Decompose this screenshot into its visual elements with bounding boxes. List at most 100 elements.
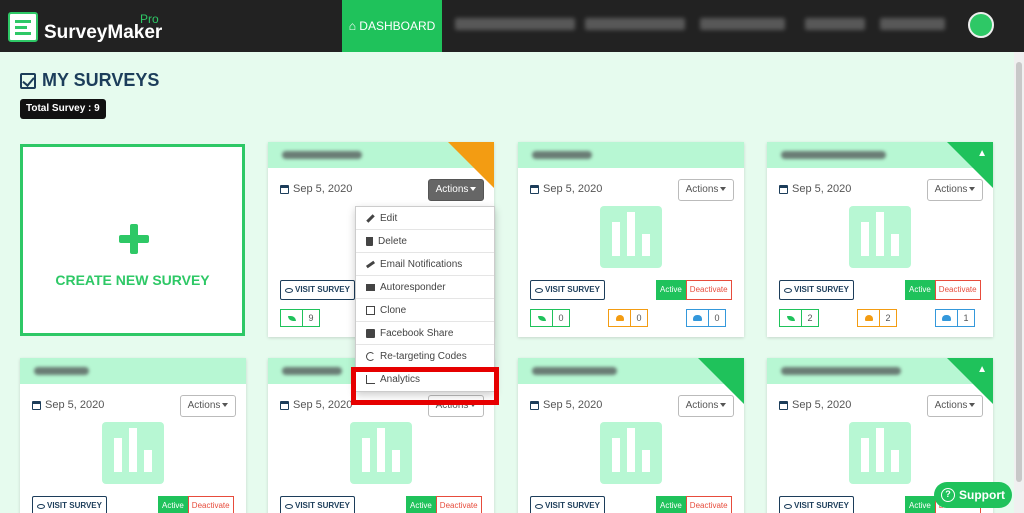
active-button[interactable]: Active [905,280,935,300]
visit-survey-button[interactable]: VISIT SURVEY [530,496,605,513]
bar-chart-icon[interactable] [350,422,412,484]
visit-survey-button[interactable]: VISIT SURVEY [779,496,854,513]
calendar-icon [779,400,788,410]
visit-survey-button[interactable]: VISIT SURVEY [779,280,854,300]
actions-dropdown-button[interactable]: Actions [927,395,983,417]
survey-title-blurred[interactable] [781,151,886,159]
menu-item-label: Facebook Share [380,327,454,339]
survey-card-header [518,142,744,168]
visit-survey-button[interactable]: VISIT SURVEY [530,280,605,300]
bar-chart-icon [366,375,375,384]
menu-item-analytics[interactable]: Analytics [356,368,494,391]
nav-link-blurred-1[interactable] [455,18,575,30]
survey-date: Sep 5, 2020 [530,183,602,195]
bar-chart-icon[interactable] [102,422,164,484]
bar-chart-icon[interactable] [849,206,911,268]
responses-count: 9 [302,309,320,327]
envelope-icon [366,283,375,291]
actions-dropdown-button[interactable]: Actions [678,179,734,201]
page-scrollbar[interactable] [1014,52,1024,513]
deactivate-button[interactable]: Deactivate [187,496,234,513]
survey-card-3: ▲ Sep 5, 2020 Actions VISIT SURVEY Activ… [767,142,993,337]
visit-survey-label: VISIT SURVEY [47,501,102,510]
survey-title-blurred[interactable] [34,367,89,375]
actions-dropdown-button[interactable]: Actions [428,395,484,417]
surveymaker-logo-icon[interactable] [8,12,38,42]
nav-link-blurred-4[interactable] [805,18,865,30]
thumbs-up-icon: ▲ [977,148,987,159]
visit-survey-label: VISIT SURVEY [794,501,849,510]
create-new-survey-label: CREATE NEW SURVEY [55,272,210,288]
survey-title-blurred[interactable] [532,151,592,159]
actions-dropdown-button[interactable]: Actions [180,395,236,417]
menu-item-delete[interactable]: Delete [356,230,494,253]
create-new-survey-card[interactable]: CREATE NEW SURVEY [20,144,245,336]
menu-item-clone[interactable]: Clone [356,299,494,322]
survey-date-text: Sep 5, 2020 [543,399,603,411]
actions-dropdown-button[interactable]: Actions [678,395,734,417]
scrollbar-thumb[interactable] [1016,62,1022,482]
menu-item-label: Analytics [380,374,421,385]
visit-survey-button[interactable]: VISIT SURVEY [280,496,355,513]
menu-item-retargeting-codes[interactable]: Re-targeting Codes [356,345,494,368]
status-toggle: ActiveDeactivate [905,280,981,300]
survey-title-blurred[interactable] [781,367,901,375]
responses-count: 2 [801,309,819,327]
menu-item-facebook-share[interactable]: Facebook Share [356,322,494,345]
responses-stat: 2 [779,309,819,327]
menu-item-email-notifications[interactable]: Email Notifications [356,253,494,276]
bar-chart-icon[interactable] [600,422,662,484]
leads-stat: 0 [608,309,648,327]
actions-label: Actions [934,400,968,411]
active-button[interactable]: Active [656,280,686,300]
actions-label: Actions [934,184,968,195]
survey-title-blurred[interactable] [282,151,362,159]
menu-item-edit[interactable]: Edit [356,207,494,230]
visit-survey-label: VISIT SURVEY [545,501,600,510]
support-button[interactable]: ? Support [934,482,1012,508]
actions-dropdown-button[interactable]: Actions [927,179,983,201]
user-icon [864,315,873,321]
survey-title-blurred[interactable] [282,367,342,375]
menu-item-label: Email Notifications [380,258,463,270]
nav-link-blurred-2[interactable] [585,18,685,30]
caret-down-icon [470,187,477,192]
nav-dashboard-link[interactable]: ⌂ DASHBOARD [342,0,442,52]
survey-title-blurred[interactable] [532,367,617,375]
deactivate-button[interactable]: Deactivate [435,496,482,513]
bar-chart-icon[interactable] [849,422,911,484]
leaf-icon [537,315,546,321]
user-avatar[interactable] [968,12,994,38]
deactivate-button[interactable]: Deactivate [685,280,732,300]
bar-chart-icon[interactable] [600,206,662,268]
responses-count: 0 [552,309,570,327]
survey-date-text: Sep 5, 2020 [45,399,105,411]
visitors-stat: 0 [686,309,726,327]
plus-icon [119,224,149,254]
actions-label: Actions [435,400,469,411]
actions-label: Actions [685,184,719,195]
visitors-count: 1 [957,309,975,327]
nav-link-blurred-5[interactable] [880,18,945,30]
question-icon: ? [941,488,955,502]
menu-item-autoresponder[interactable]: Autoresponder [356,276,494,299]
total-survey-badge: Total Survey : 9 [20,99,106,119]
visit-survey-button[interactable]: VISIT SURVEY [280,280,355,300]
actions-dropdown-button[interactable]: Actions [428,179,484,201]
visitors-stat: 1 [935,309,975,327]
active-button[interactable]: Active [905,496,935,513]
status-toggle: ActiveDeactivate [406,496,482,513]
active-button[interactable]: Active [406,496,436,513]
deactivate-button[interactable]: Deactivate [934,280,981,300]
deactivate-button[interactable]: Deactivate [685,496,732,513]
active-button[interactable]: Active [656,496,686,513]
nav-link-blurred-3[interactable] [700,18,785,30]
active-button[interactable]: Active [158,496,188,513]
visit-survey-label: VISIT SURVEY [295,285,350,294]
leads-count: 2 [879,309,897,327]
calendar-icon [530,184,539,194]
calendar-icon [779,184,788,194]
user-icon [615,315,624,321]
visit-survey-button[interactable]: VISIT SURVEY [32,496,107,513]
checkbox-icon [20,72,36,89]
